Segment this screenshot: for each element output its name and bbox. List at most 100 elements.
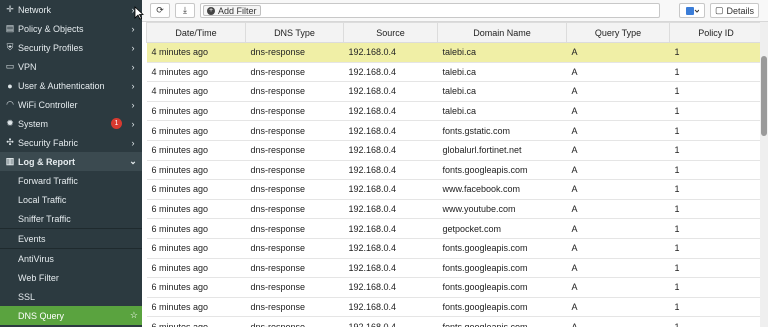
table-cell: 192.168.0.4 <box>343 316 438 327</box>
chevron-right-icon: › <box>131 61 135 72</box>
sidebar-item-user-authentication[interactable]: ● User & Authentication › <box>0 76 142 95</box>
table-cell: globalurl.fortinet.net <box>437 140 567 161</box>
details-button[interactable]: ▢ Details <box>709 3 759 18</box>
sidebar-subitem-dns-query[interactable]: DNS Query ☆ <box>0 306 142 325</box>
scrollbar-thumb[interactable] <box>761 56 767 136</box>
sidebar-item-network[interactable]: ✛ Network › <box>0 0 142 19</box>
table-cell: 1 <box>669 277 763 298</box>
mouse-cursor-icon <box>134 6 144 20</box>
column-header-policy-id[interactable]: Policy ID <box>669 22 763 43</box>
table-cell: www.youtube.com <box>437 199 567 220</box>
sidebar-subitem-sniffer-traffic[interactable]: Sniffer Traffic <box>0 209 142 228</box>
table-cell: talebi.ca <box>437 42 567 63</box>
table-row[interactable]: 4 minutes ago dns-response 192.168.0.4 tale… <box>146 81 763 102</box>
table-row[interactable]: 4 minutes ago dns-response 192.168.0.4 tale… <box>146 42 763 63</box>
table-row[interactable]: 6 minutes ago dns-response 192.168.0.4 font… <box>146 316 763 327</box>
chevron-right-icon: › <box>131 23 135 34</box>
chevron-right-icon: › <box>131 80 135 91</box>
details-label: Details <box>726 5 754 16</box>
sidebar-item-wifi-controller[interactable]: ◠ WiFi Controller › <box>0 95 142 114</box>
table-row[interactable]: 6 minutes ago dns-response 192.168.0.4 www.… <box>146 199 763 220</box>
column-header-date-time[interactable]: Date/Time <box>146 22 246 43</box>
table-cell: A <box>566 120 670 141</box>
table-cell: 1 <box>669 42 763 63</box>
sidebar-subitem-label: Sniffer Traffic <box>18 213 71 224</box>
vertical-scrollbar[interactable] <box>760 22 768 327</box>
sidebar-section-label: Log & Report <box>18 156 75 167</box>
sidebar-item-vpn[interactable]: ▭ VPN › <box>0 57 142 76</box>
add-filter-button[interactable]: + Add Filter <box>203 5 261 16</box>
sidebar-item-label: Policy & Objects <box>18 23 84 34</box>
table-cell: A <box>566 258 670 279</box>
sidebar-subitem-forward-traffic[interactable]: Forward Traffic <box>0 171 142 190</box>
gear-icon: ✹ <box>6 118 14 128</box>
table-row[interactable]: 6 minutes ago dns-response 192.168.0.4 tale… <box>146 101 763 122</box>
table-cell: 6 minutes ago <box>146 199 246 220</box>
table-row[interactable]: 6 minutes ago dns-response 192.168.0.4 font… <box>146 238 763 259</box>
table-cell: 192.168.0.4 <box>343 120 438 141</box>
filter-bar[interactable]: + Add Filter <box>200 3 660 18</box>
table-cell: dns-response <box>245 81 344 102</box>
table-cell: getpocket.com <box>437 218 567 239</box>
table-cell: 6 minutes ago <box>146 179 246 200</box>
table-cell: 6 minutes ago <box>146 140 246 161</box>
table-cell: dns-response <box>245 238 344 259</box>
table-row[interactable]: 6 minutes ago dns-response 192.168.0.4 glob… <box>146 140 763 161</box>
table-cell: 192.168.0.4 <box>343 42 438 63</box>
dns-log-table: Date/Time DNS Type Source Domain Name Query … <box>146 22 763 327</box>
sidebar-item-security-fabric[interactable]: ✣ Security Fabric › <box>0 133 142 152</box>
table-cell: fonts.gstatic.com <box>437 120 567 141</box>
table-cell: dns-response <box>245 297 344 318</box>
sidebar-item-label: System <box>18 118 49 129</box>
sidebar-item-label: Network <box>18 4 52 15</box>
main-panel: ⟳ ⤓ + Add Filter ▢ Details Date/Time DNS … <box>142 0 768 327</box>
table-row[interactable]: 6 minutes ago dns-response 192.168.0.4 font… <box>146 160 763 181</box>
log-source-dropdown[interactable] <box>678 3 705 18</box>
table-cell: 1 <box>669 199 763 220</box>
column-header-query-type[interactable]: Query Type <box>566 22 670 43</box>
column-header-source[interactable]: Source <box>343 22 438 43</box>
table-row[interactable]: 6 minutes ago dns-response 192.168.0.4 font… <box>146 297 763 318</box>
chevron-right-icon: › <box>131 42 135 53</box>
table-cell: A <box>566 160 670 181</box>
table-cell: 1 <box>669 179 763 200</box>
table-cell: dns-response <box>245 277 344 298</box>
sidebar-item-policy-objects[interactable]: ▤ Policy & Objects › <box>0 19 142 38</box>
star-icon[interactable]: ☆ <box>130 310 138 321</box>
sidebar-subitem-web-filter[interactable]: Web Filter <box>0 268 142 287</box>
table-cell: 192.168.0.4 <box>343 101 438 122</box>
sidebar-item-label: WiFi Controller <box>18 99 78 110</box>
table-row[interactable]: 6 minutes ago dns-response 192.168.0.4 font… <box>146 277 763 298</box>
sidebar-subitem-events[interactable]: Events <box>0 229 142 248</box>
download-button[interactable]: ⤓ <box>175 3 195 18</box>
column-header-domain-name[interactable]: Domain Name <box>437 22 567 43</box>
table-cell: 192.168.0.4 <box>343 199 438 220</box>
column-header-dns-type[interactable]: DNS Type <box>245 22 344 43</box>
table-row[interactable]: 4 minutes ago dns-response 192.168.0.4 tale… <box>146 62 763 83</box>
table-row[interactable]: 6 minutes ago dns-response 192.168.0.4 www.… <box>146 179 763 200</box>
sidebar-subitem-label: Events <box>18 233 46 244</box>
table-cell: A <box>566 81 670 102</box>
table-cell: 6 minutes ago <box>146 277 246 298</box>
refresh-button[interactable]: ⟳ <box>150 3 170 18</box>
table-cell: talebi.ca <box>437 62 567 83</box>
table-cell: fonts.googleapis.com <box>437 238 567 259</box>
sidebar-section-log-report[interactable]: ▥ Log & Report ⌄ <box>0 152 142 171</box>
table-cell: 192.168.0.4 <box>343 81 438 102</box>
table-row[interactable]: 6 minutes ago dns-response 192.168.0.4 font… <box>146 258 763 279</box>
sidebar-item-security-profiles[interactable]: ⛨ Security Profiles › <box>0 38 142 57</box>
table-row[interactable]: 6 minutes ago dns-response 192.168.0.4 getp… <box>146 218 763 239</box>
sidebar-subitem-local-traffic[interactable]: Local Traffic <box>0 190 142 209</box>
sidebar-item-system[interactable]: ✹ System 1 › <box>0 114 142 133</box>
table-row[interactable]: 6 minutes ago dns-response 192.168.0.4 font… <box>146 120 763 141</box>
sidebar-subitem-antivirus[interactable]: AntiVirus <box>0 249 142 268</box>
table-cell: 4 minutes ago <box>146 62 246 83</box>
table-cell: 4 minutes ago <box>146 81 246 102</box>
plus-icon: + <box>207 6 215 15</box>
table-cell: A <box>566 42 670 63</box>
sidebar-item-label: Security Profiles <box>18 42 84 53</box>
table-cell: A <box>566 101 670 122</box>
sidebar-subitem-label: Forward Traffic <box>18 175 78 186</box>
sidebar-subitem-ssl[interactable]: SSL <box>0 287 142 306</box>
table-cell: dns-response <box>245 101 344 122</box>
